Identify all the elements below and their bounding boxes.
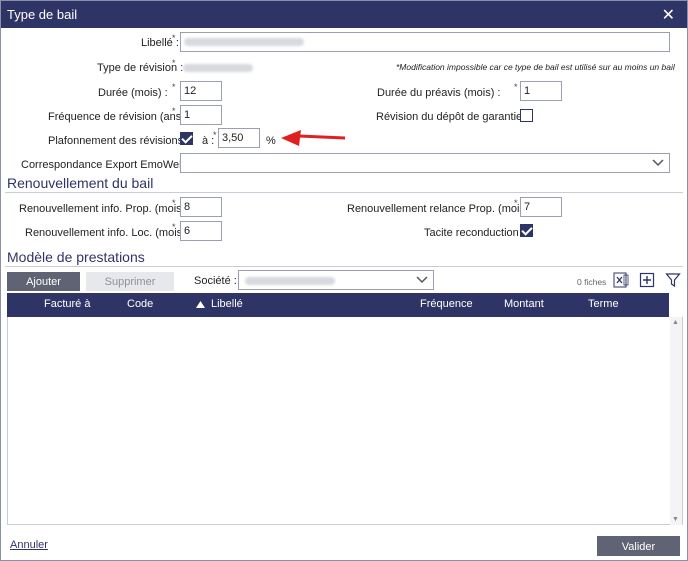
frequence-label: Fréquence de révision (ans) :	[48, 111, 192, 123]
dialog-title: Type de bail	[7, 7, 78, 22]
column-montant[interactable]: Montant	[504, 298, 544, 310]
required-marker: *	[172, 82, 176, 92]
plafonnement-checkbox[interactable]	[180, 132, 193, 145]
required-marker: *	[172, 33, 176, 43]
duree-input[interactable]	[180, 81, 222, 101]
title-bar: Type de bail ✕	[1, 1, 687, 28]
sort-up-icon	[196, 301, 205, 308]
required-marker: *	[514, 82, 518, 92]
tacite-checkbox[interactable]	[520, 224, 533, 237]
required-marker: *	[213, 130, 217, 140]
duree-label: Durée (mois) :	[98, 87, 168, 99]
arrow-annotation	[281, 130, 346, 146]
vertical-scrollbar[interactable]: ▲ ▼	[670, 317, 682, 525]
dialog-window: Type de bail ✕ Libellé : * Type de révis…	[0, 0, 688, 561]
required-marker: *	[172, 58, 176, 68]
plafonnement-label: Plafonnement des révisions :	[48, 135, 190, 147]
tacite-label: Tacite reconduction :	[424, 227, 525, 239]
correspondance-select[interactable]	[180, 153, 670, 173]
renouv-info-prop-label: Renouvellement info. Prop. (mois) :	[19, 203, 192, 215]
libelle-input[interactable]	[180, 32, 670, 52]
duree-preavis-input[interactable]	[520, 81, 562, 101]
section-divider	[5, 266, 683, 267]
redacted-value	[184, 38, 304, 46]
societe-label: Société :	[194, 275, 237, 287]
excel-export-icon[interactable]	[613, 272, 629, 288]
duree-preavis-label: Durée du préavis (mois) :	[377, 87, 501, 99]
revision-depot-label: Révision du dépôt de garantie :	[376, 111, 529, 123]
renouv-info-loc-label: Renouvellement info. Loc. (mois) :	[25, 227, 192, 239]
type-revision-value	[183, 64, 253, 72]
renouv-relance-prop-label: Renouvellement relance Prop. (mois) :	[347, 203, 535, 215]
modification-note: *Modification impossible car ce type de …	[396, 62, 675, 72]
column-libelle[interactable]: Libellé	[211, 298, 243, 310]
redacted-value	[245, 277, 335, 285]
grid-body: ▲ ▼	[7, 317, 683, 525]
required-marker: *	[514, 198, 518, 208]
close-icon[interactable]: ✕	[662, 5, 675, 25]
validate-button[interactable]: Valider	[597, 536, 680, 556]
scroll-down-icon[interactable]: ▼	[672, 516, 679, 523]
type-revision-label: Type de révision :	[97, 62, 184, 74]
grid-header: Facturé à Code Libellé Fréquence Montant…	[7, 293, 669, 317]
add-row-icon[interactable]	[639, 272, 655, 288]
societe-select[interactable]	[238, 270, 434, 290]
percent-unit: %	[266, 135, 276, 147]
chevron-down-icon	[652, 159, 664, 167]
required-marker: *	[172, 222, 176, 232]
cancel-link[interactable]: Annuler	[10, 539, 48, 551]
required-marker: *	[172, 198, 176, 208]
chevron-down-icon	[416, 276, 428, 284]
filter-icon[interactable]	[665, 272, 681, 288]
renouv-info-loc-input[interactable]	[180, 221, 222, 241]
section-divider	[5, 192, 683, 193]
renouv-info-prop-input[interactable]	[180, 197, 222, 217]
scroll-up-icon[interactable]: ▲	[672, 319, 679, 326]
prestations-title: Modèle de prestations	[7, 249, 145, 265]
revision-depot-checkbox[interactable]	[520, 109, 533, 122]
renouv-relance-prop-input[interactable]	[520, 197, 562, 217]
renouvellement-title: Renouvellement du bail	[7, 175, 154, 191]
column-factured[interactable]: Facturé à	[44, 298, 90, 310]
column-frequence[interactable]: Fréquence	[420, 298, 473, 310]
delete-button[interactable]: Supprimer	[86, 272, 174, 291]
correspondance-label: Correspondance Export EmoWeb :	[21, 159, 192, 171]
required-marker: *	[172, 106, 176, 116]
column-code[interactable]: Code	[127, 298, 153, 310]
frequence-input[interactable]	[180, 105, 222, 125]
record-count: 0 fiches	[577, 277, 607, 287]
column-terme[interactable]: Terme	[588, 298, 619, 310]
plafonnement-percent-input[interactable]	[218, 128, 260, 148]
add-button[interactable]: Ajouter	[7, 272, 80, 291]
